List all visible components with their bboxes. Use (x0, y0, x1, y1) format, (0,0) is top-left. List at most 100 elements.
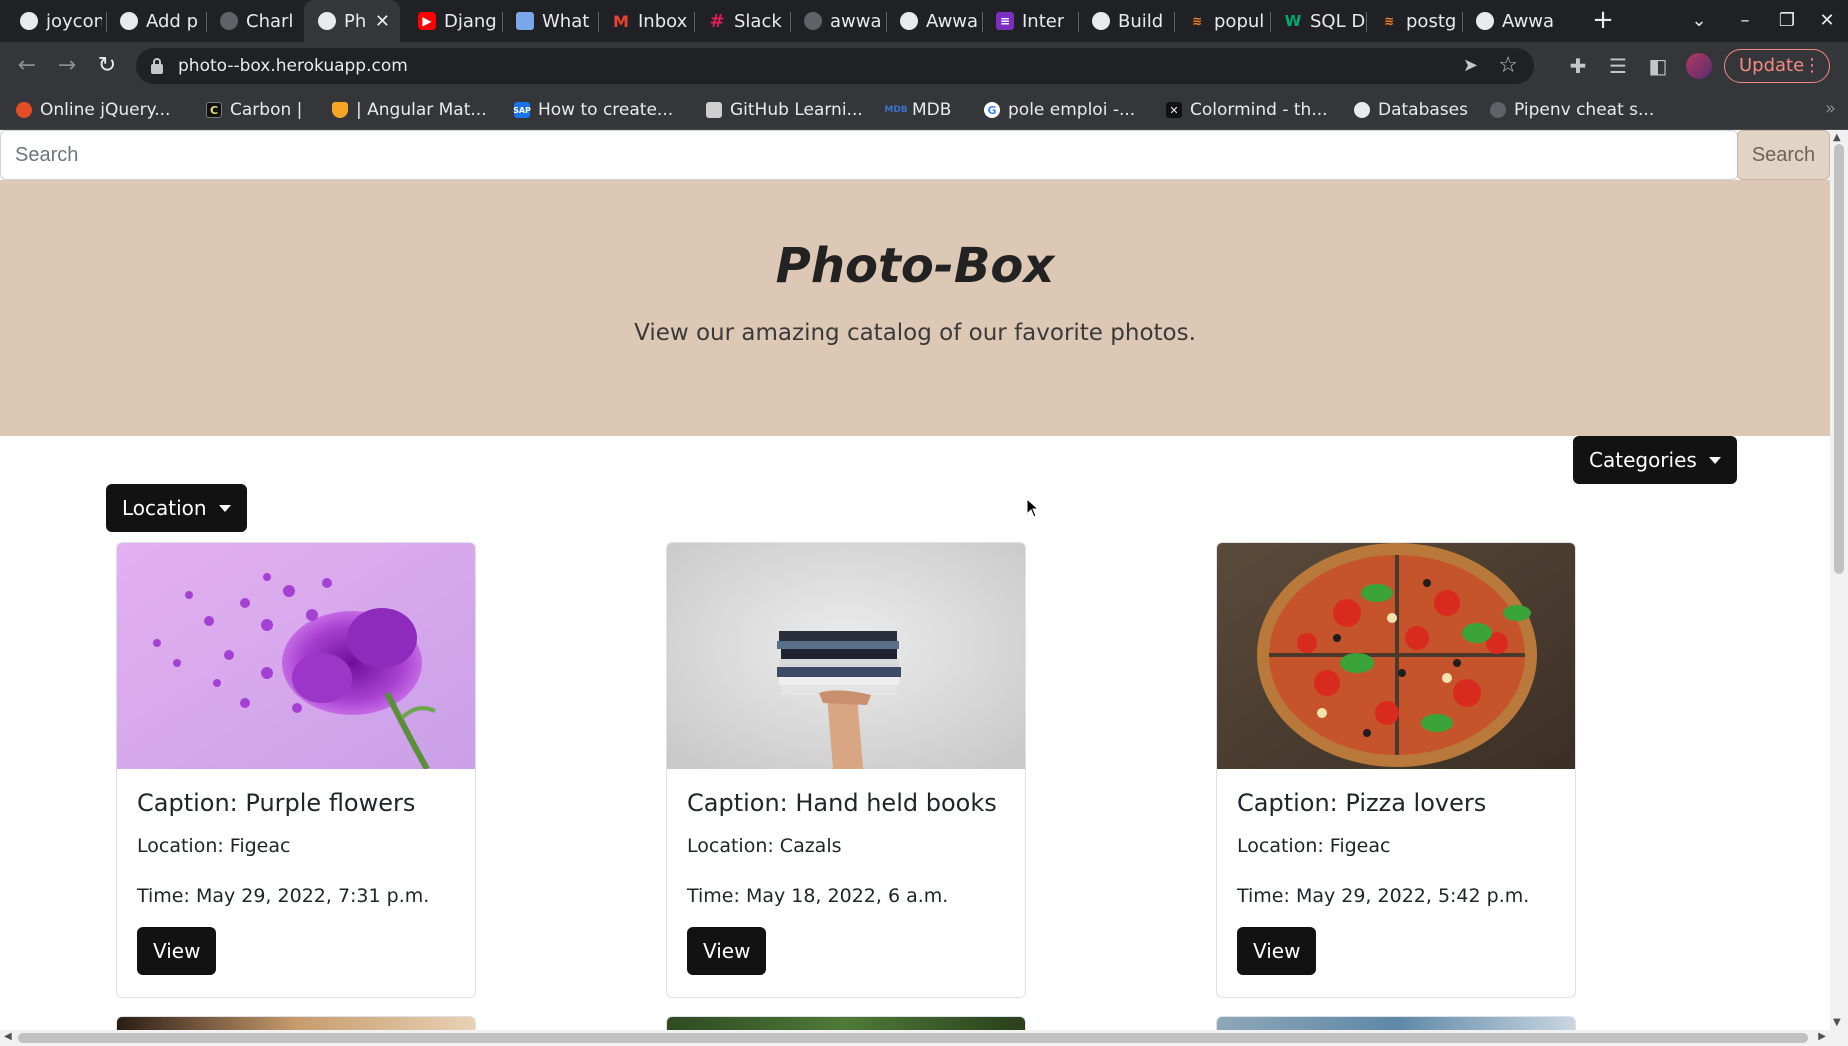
pizza-photo (1217, 543, 1575, 769)
tab-inter[interactable]: ≡ Inter (982, 6, 1078, 36)
card-caption: Caption: Pizza lovers (1237, 789, 1487, 817)
mdb-icon: MDB (884, 105, 908, 115)
stackoverflow-icon: ≋ (1191, 14, 1203, 28)
horizontal-scroll-thumb[interactable] (18, 1033, 1808, 1043)
categories-dropdown-button[interactable]: Categories (1573, 436, 1737, 484)
bookmark-jquery[interactable]: Online jQuery... (16, 99, 170, 121)
tab-build[interactable]: Build (1078, 6, 1174, 36)
tab-slack[interactable]: # Slack (694, 6, 790, 36)
update-button[interactable]: Update ⋮ (1724, 49, 1830, 83)
card-location: Location: Cazals (687, 835, 842, 857)
bookmark-star-icon[interactable]: ☆ (1498, 53, 1518, 78)
tab-add[interactable]: Add p (106, 6, 202, 36)
globe-icon (1354, 102, 1370, 118)
forward-arrow-icon[interactable]: → (52, 51, 82, 81)
view-button[interactable]: View (137, 927, 217, 975)
view-button[interactable]: View (687, 927, 767, 975)
bookmark-pipenv[interactable]: Pipenv cheat s... (1490, 99, 1654, 121)
tab-awwa-2[interactable]: Awwa (1462, 6, 1558, 36)
lock-icon (151, 58, 163, 74)
photo-card-partial (1216, 1016, 1576, 1030)
bookmark-carbon[interactable]: C Carbon | (206, 99, 302, 121)
extensions-puzzle-icon[interactable]: ✚ (1564, 52, 1592, 80)
gmail-icon: M (613, 11, 629, 31)
caret-down-icon (218, 504, 231, 512)
horizontal-scrollbar[interactable]: ◀ ▶ (0, 1030, 1848, 1046)
bookmarks-bar: Online jQuery... C Carbon | | Angular Ma… (0, 90, 1848, 130)
github-icon (20, 12, 38, 30)
browser-toolbar: ← → ↻ photo--box.herokuapp.com ➤ ☆ ✚ ☰ ◧… (0, 42, 1848, 90)
tab-what[interactable]: What (502, 6, 598, 36)
sap-icon: SAP (513, 102, 531, 118)
globe-icon (120, 12, 138, 30)
slack-icon: # (709, 10, 725, 32)
photo-card-partial (116, 1016, 476, 1030)
bookmark-how-to-create[interactable]: SAP How to create... (513, 99, 673, 121)
bookmark-angular[interactable]: | Angular Mat... (332, 99, 487, 121)
photo-card: Caption: Pizza lovers Location: Figeac T… (1216, 542, 1576, 998)
search-button[interactable]: Search (1737, 130, 1830, 180)
page-content: Search Photo-Box View our amazing catalo… (0, 130, 1830, 1030)
globe-icon (1476, 12, 1494, 30)
list-icon: ≡ (996, 12, 1014, 30)
new-tab-button[interactable]: + (1588, 6, 1618, 36)
card-caption: Caption: Hand held books (687, 789, 997, 817)
card-location: Location: Figeac (1237, 835, 1391, 857)
card-caption: Caption: Purple flowers (137, 789, 416, 817)
back-arrow-icon[interactable]: ← (12, 51, 42, 81)
photo-card: Caption: Purple flowers Location: Figeac… (116, 542, 476, 998)
tab-sql[interactable]: W SQL D (1270, 6, 1366, 36)
tab-inbox[interactable]: M Inbox (598, 6, 694, 36)
carbon-icon: C (206, 102, 222, 118)
page-title: Photo-Box (775, 238, 1055, 294)
bookmark-mdb[interactable]: MDB MDB (884, 99, 951, 121)
side-panel-icon[interactable]: ◧ (1644, 52, 1672, 80)
bookmark-github-learning[interactable]: GitHub Learni... (706, 99, 863, 121)
bookmark-databases[interactable]: Databases (1354, 99, 1468, 121)
search-input[interactable] (0, 130, 1738, 180)
window-close-icon[interactable]: ✕ (1812, 6, 1842, 36)
send-icon[interactable]: ➤ (1463, 55, 1478, 76)
profile-avatar[interactable] (1686, 53, 1712, 79)
close-tab-icon[interactable]: ✕ (375, 11, 390, 32)
tab-postg[interactable]: ≋ postg (1366, 6, 1462, 36)
github-learning-icon (706, 102, 722, 118)
hand-held-books-photo (667, 543, 1025, 769)
vertical-scrollbar[interactable]: ▲ ▼ (1830, 130, 1848, 1030)
tab-joycon[interactable]: joycon (6, 6, 102, 36)
tab-awwa[interactable]: Awwa (886, 6, 982, 36)
bookmark-pole-emploi[interactable]: G pole emploi -... (984, 99, 1135, 121)
reload-icon[interactable]: ↻ (92, 51, 122, 81)
photo-card-partial (666, 1016, 1026, 1030)
tab-popul[interactable]: ≋ popul (1174, 6, 1270, 36)
github-icon (1490, 102, 1506, 118)
media-queue-icon[interactable]: ☰ (1604, 52, 1632, 80)
bookmarks-overflow-icon[interactable]: » (1825, 98, 1836, 119)
github-icon (804, 12, 822, 30)
scroll-down-arrow-icon[interactable]: ▼ (1833, 1017, 1841, 1028)
restore-icon[interactable]: ❐ (1772, 6, 1802, 36)
vertical-scroll-thumb[interactable] (1834, 144, 1844, 574)
card-time: Time: May 29, 2022, 5:42 p.m. (1237, 885, 1530, 907)
github-icon (220, 12, 238, 30)
tab-awwa-github[interactable]: awwa (790, 6, 886, 36)
bookmark-colormind[interactable]: ✕ Colormind - th... (1166, 99, 1328, 121)
globe-icon (318, 12, 336, 30)
angular-icon (332, 102, 348, 118)
tab-charl[interactable]: Charl (206, 6, 302, 36)
scroll-right-arrow-icon[interactable]: ▶ (1818, 1031, 1826, 1042)
globe-icon (900, 12, 918, 30)
address-bar[interactable]: photo--box.herokuapp.com ➤ ☆ (136, 48, 1534, 84)
scroll-up-arrow-icon[interactable]: ▲ (1833, 132, 1841, 143)
minimize-icon[interactable]: – (1730, 6, 1760, 36)
card-location: Location: Figeac (137, 835, 291, 857)
view-button[interactable]: View (1237, 927, 1317, 975)
tab-django[interactable]: ▶ Djang (404, 6, 500, 36)
card-time: Time: May 29, 2022, 7:31 p.m. (137, 885, 430, 907)
scroll-left-arrow-icon[interactable]: ◀ (4, 1031, 12, 1042)
tab-search-chevron-icon[interactable]: ⌄ (1684, 6, 1714, 36)
tab-photo-box[interactable]: Ph ✕ (304, 0, 400, 42)
colormind-icon: ✕ (1166, 102, 1182, 118)
stackoverflow-icon: ≋ (1383, 14, 1395, 28)
location-dropdown-button[interactable]: Location (106, 484, 247, 532)
